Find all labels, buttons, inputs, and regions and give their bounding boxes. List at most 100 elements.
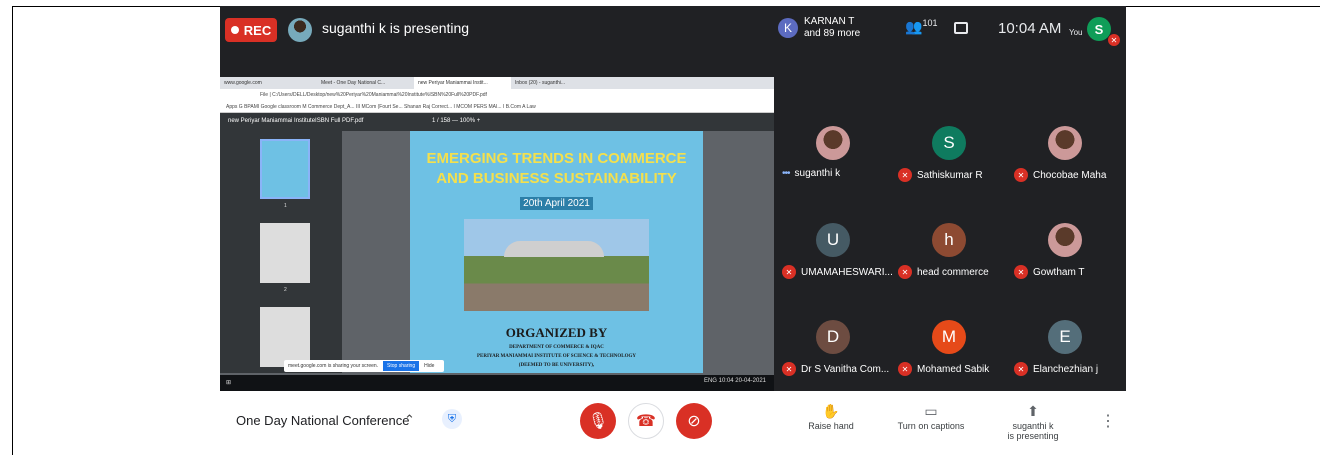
participant-tile[interactable]: D ✕ Dr S Vanitha Com... [778, 296, 890, 390]
browser-tabs: www.google.com Meet - One Day National C… [220, 77, 774, 89]
hand-icon: ✋ [822, 403, 840, 419]
participant-tile[interactable]: U ✕ UMAMAHESWARI... [778, 199, 892, 293]
participant-tile[interactable]: ••• suganthi k [778, 102, 890, 196]
thumb-label: 1 [284, 203, 287, 209]
participant-name: Elanchezhian j [1033, 363, 1099, 375]
participant-avatar: S [932, 126, 966, 160]
record-dot-icon [230, 26, 239, 34]
meeting-title[interactable]: One Day National Conference [236, 413, 409, 428]
browser-tab[interactable]: Inbox (20) - suganthi... [511, 77, 608, 89]
people-count: 101 [922, 18, 938, 28]
camera-off-button[interactable]: ⊘ [676, 403, 712, 439]
system-tray: ENG 10:04 20-04-2021 [703, 378, 766, 384]
pdf-name: new Periyar Maniammai InstituteISBN Full… [228, 118, 364, 124]
presenting-button[interactable]: ⬆ suganthi k is presenting [988, 403, 1078, 441]
meet-window: REC suganthi k is presenting K KARNAN T … [220, 6, 1126, 391]
mic-muted-icon: ✕ [1014, 362, 1028, 376]
pdf-pages: 1 / 158 — 100% + [432, 118, 481, 124]
participant-tile[interactable]: ✕ Chocobae Maha [1010, 102, 1122, 196]
shared-screen: www.google.com Meet - One Day National C… [220, 77, 774, 391]
chip-more: and 89 more [804, 28, 861, 39]
institute: PERIYAR MANIAMMAI INSTITUTE OF SCIENCE &… [476, 354, 636, 359]
department: DEPARTMENT OF COMMERCE & IQAC [509, 345, 604, 350]
participant-name: Chocobae Maha [1033, 169, 1107, 181]
mic-off-icon: 🎙 [587, 413, 609, 430]
taskbar: ⊞ ENG 10:04 20-04-2021 [220, 375, 774, 391]
presenting-text: suganthi k is presenting [322, 20, 470, 36]
people-button[interactable]: 👥101 [905, 18, 937, 36]
people-icon: 👥 [905, 18, 923, 35]
recording-badge: REC [225, 18, 277, 42]
raise-hand-button[interactable]: ✋ Raise hand [786, 403, 876, 431]
presenting-line2: is presenting [1007, 431, 1059, 441]
hide-button[interactable]: Hide [424, 363, 434, 369]
page-date: 20th April 2021 [520, 197, 593, 210]
participant-name-row: ✕ Gowtham T [1014, 265, 1124, 279]
stop-sharing-button[interactable]: Stop sharing [383, 361, 420, 371]
chip-avatar: K [778, 18, 798, 38]
present-icon: ⬆ [1027, 403, 1039, 419]
more-options-icon[interactable]: ⋮ [1100, 411, 1116, 431]
camera-off-icon: ⊘ [687, 413, 701, 430]
participant-avatar [816, 126, 850, 160]
leave-call-button[interactable]: ☎ [628, 403, 664, 439]
presenter-avatar [288, 18, 312, 42]
participant-name: Mohamed Sabik [917, 363, 990, 375]
you-label: You [1069, 28, 1083, 37]
participant-avatar [1048, 126, 1082, 160]
muted-badge-icon: ✕ [1108, 34, 1120, 46]
browser-tab[interactable]: Meet - One Day National C... [317, 77, 414, 89]
participant-name: Sathiskumar R [917, 169, 983, 181]
speaking-dots-icon: ••• [782, 168, 790, 179]
mic-muted-icon: ✕ [1014, 168, 1028, 182]
browser-tab[interactable]: www.google.com [220, 77, 317, 89]
thumbnail-page-3[interactable] [260, 307, 310, 367]
thumbnail-page-1[interactable] [260, 139, 310, 199]
shield-icon[interactable]: ⛨ [442, 409, 462, 429]
participant-avatar: D [816, 320, 850, 354]
participants-chip[interactable]: K KARNAN T and 89 more [778, 16, 860, 40]
captions-label: Turn on captions [897, 421, 965, 431]
participant-avatar [1048, 223, 1082, 257]
top-bar: REC suganthi k is presenting K KARNAN T … [220, 6, 1126, 54]
chip-name: KARNAN T [804, 16, 855, 27]
participant-name: Dr S Vanitha Com... [801, 363, 890, 375]
mic-muted-icon: ✕ [782, 362, 796, 376]
page-heading: EMERGING TRENDS IN COMMERCE AND BUSINESS… [426, 150, 687, 187]
mic-muted-icon: ✕ [898, 362, 912, 376]
clock: 10:04 AM [998, 20, 1062, 37]
chat-icon[interactable] [954, 22, 968, 34]
rec-label: REC [243, 22, 272, 38]
address-bar[interactable]: File | C:/Users/DELL/Desktop/new%20Periy… [220, 89, 774, 102]
participant-avatar: h [932, 223, 966, 257]
participant-tile[interactable]: S ✕ Sathiskumar R [894, 102, 1006, 196]
mic-muted-icon: ✕ [898, 168, 912, 182]
chevron-up-icon[interactable]: ⌃ [404, 412, 415, 428]
sharing-notice: meet.google.com is sharing your screen. … [284, 360, 444, 372]
participant-name-row: ✕ Chocobae Maha [1014, 168, 1124, 182]
participant-name-row: ••• suganthi k [782, 168, 892, 179]
participant-name-row: ✕ UMAMAHESWARI... [782, 265, 892, 279]
participant-name-row: ✕ Sathiskumar R [898, 168, 1008, 182]
deemed: (DEEMED TO BE UNIVERSITY), [518, 363, 595, 368]
campus-image [464, 219, 649, 311]
mic-off-button[interactable]: 🎙 [580, 403, 616, 439]
participant-tile[interactable]: h ✕ head commerce [894, 199, 1006, 293]
mic-muted-icon: ✕ [898, 265, 912, 279]
participant-tile[interactable]: E ✕ Elanchezhian j [1010, 296, 1122, 390]
thumbnail-page-2[interactable] [260, 223, 310, 283]
mic-muted-icon: ✕ [782, 265, 796, 279]
captions-button[interactable]: ▭ Turn on captions [886, 403, 976, 431]
mic-muted-icon: ✕ [1014, 265, 1028, 279]
windows-icon[interactable]: ⊞ [226, 380, 231, 386]
participant-name-row: ✕ Elanchezhian j [1014, 362, 1124, 376]
participant-tile[interactable]: ✕ Gowtham T [1010, 199, 1122, 293]
organized-by: ORGANIZED BY [505, 325, 608, 340]
browser-tab-active[interactable]: new Periyar Maniammai Instit... [414, 77, 511, 89]
thumb-label: 2 [284, 287, 287, 293]
participant-name-row: ✕ head commerce [898, 265, 1008, 279]
pdf-page: EMERGING TRENDS IN COMMERCE AND BUSINESS… [410, 131, 703, 373]
bookmarks-bar: Apps G BPAMI Google classroom M Commerce… [220, 102, 774, 113]
pdf-toolbar: new Periyar Maniammai InstituteISBN Full… [220, 113, 774, 131]
participant-tile[interactable]: M ✕ Mohamed Sabik [894, 296, 1006, 390]
